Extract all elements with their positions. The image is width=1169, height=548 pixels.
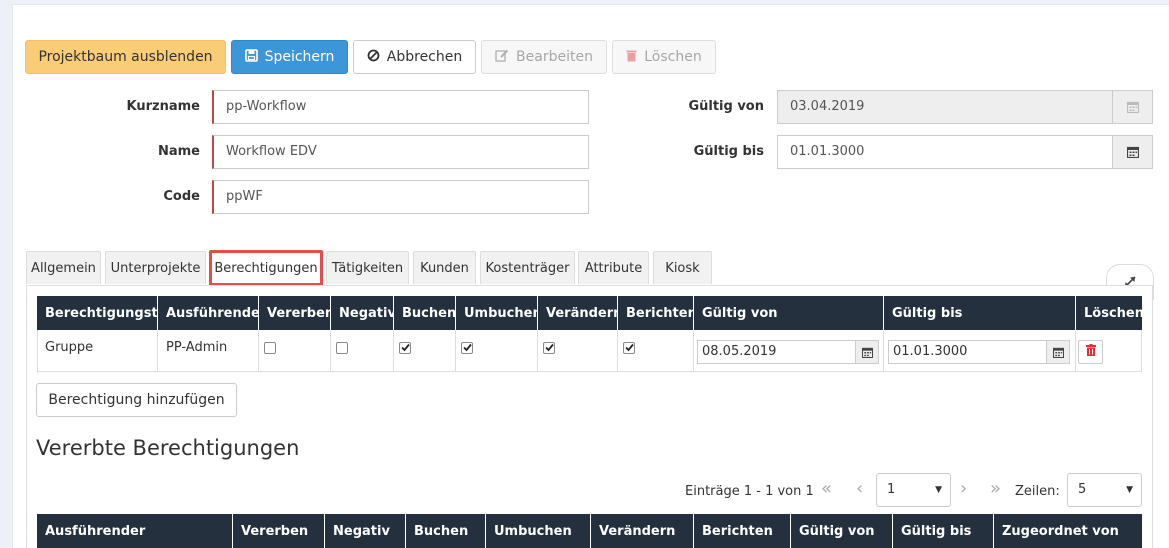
trash-icon <box>1085 344 1096 360</box>
toggle-project-tree-label: Projektbaum ausblenden <box>38 49 213 65</box>
report-cell <box>618 330 694 372</box>
first-page-icon[interactable]: « <box>821 478 832 499</box>
entries-text: Einträge 1 - 1 von 1 <box>685 484 814 499</box>
inh-col-berichten: Berichten <box>694 514 791 548</box>
inherit-cell <box>259 330 331 372</box>
col-gueltig-von: Gültig von <box>694 296 884 330</box>
last-page-icon[interactable]: » <box>990 478 1001 499</box>
row-valid-from-input[interactable]: 08.05.2019 <box>697 340 856 364</box>
tab-allgemein[interactable]: Allgemein <box>26 251 101 284</box>
inh-col-vererben: Vererben <box>233 514 325 548</box>
row-type: Gruppe <box>37 330 158 372</box>
tab-taetigkeiten[interactable]: Tätigkeiten <box>326 251 409 284</box>
inh-col-ausfuehrender: Ausführender <box>37 514 233 548</box>
inh-col-buchen: Buchen <box>406 514 486 548</box>
tab-attribute[interactable]: Attribute <box>578 251 649 284</box>
col-loeschen: Löschen <box>1076 296 1144 330</box>
tab-kunden[interactable]: Kunden <box>413 251 476 284</box>
next-page-icon[interactable]: › <box>960 478 967 499</box>
rebook-checkbox[interactable] <box>461 341 473 354</box>
rows-select[interactable]: 5 ▼ <box>1067 473 1142 507</box>
valid-from-label: Gültig von <box>688 99 764 114</box>
inh-col-gueltig-bis: Gültig bis <box>893 514 994 548</box>
edit-button[interactable]: Bearbeiten <box>481 40 607 74</box>
valid-from-calendar-icon[interactable] <box>1112 90 1153 124</box>
report-checkbox[interactable] <box>623 341 635 354</box>
name-label: Name <box>157 144 200 159</box>
rows-select-value: 5 <box>1078 482 1087 497</box>
rebook-cell <box>456 330 538 372</box>
valid-to-calendar-icon[interactable] <box>1112 135 1153 169</box>
kurzname-input[interactable]: pp-Workflow <box>212 90 589 124</box>
cancel-button[interactable]: Abbrechen <box>353 40 476 74</box>
row-executor: PP-Admin <box>158 330 259 372</box>
modify-cell <box>538 330 618 372</box>
save-button[interactable]: Speichern <box>231 40 348 74</box>
cancel-label: Abbrechen <box>386 49 463 65</box>
prev-page-icon[interactable]: ‹ <box>856 478 863 499</box>
col-berichten: Berichten <box>618 296 697 330</box>
valid-to-input[interactable]: 01.01.3000 <box>777 135 1113 169</box>
row-valid-to-calendar-icon[interactable] <box>1046 340 1070 364</box>
chevron-down-icon: ▼ <box>1126 485 1133 495</box>
inherited-title: Vererbte Berechtigungen <box>36 436 300 460</box>
col-berechtigungstyp: Berechtigungstyp <box>37 296 175 330</box>
col-umbuchen: Umbuchen <box>456 296 542 330</box>
inherit-checkbox[interactable] <box>264 341 276 354</box>
code-label: Code <box>163 189 200 204</box>
add-permission-button[interactable]: Berechtigung hinzufügen <box>36 383 237 417</box>
tab-unterprojekte[interactable]: Unterprojekte <box>105 251 206 284</box>
inh-col-veraendern: Verändern <box>591 514 694 548</box>
book-cell <box>394 330 456 372</box>
tab-kiosk[interactable]: Kiosk <box>653 251 712 284</box>
row-valid-from-calendar-icon[interactable] <box>855 340 879 364</box>
inh-col-umbuchen: Umbuchen <box>486 514 591 548</box>
valid-from-input[interactable]: 03.04.2019 <box>777 90 1113 124</box>
rows-label: Zeilen: <box>1015 484 1060 499</box>
col-buchen: Buchen <box>394 296 456 330</box>
edit-label: Bearbeiten <box>516 49 593 65</box>
inh-col-negativ: Negativ <box>325 514 406 548</box>
negative-cell <box>331 330 394 372</box>
tab-kostentraeger[interactable]: Kostenträger <box>480 251 575 284</box>
page-select[interactable]: 1 ▼ <box>876 473 951 507</box>
edit-icon <box>495 49 509 66</box>
tab-berechtigungen[interactable]: Berechtigungen <box>209 250 323 286</box>
name-input[interactable]: Workflow EDV <box>212 135 589 169</box>
valid-to-label: Gültig bis <box>693 144 764 159</box>
col-negativ: Negativ <box>331 296 396 330</box>
inh-col-zugeordnet-von: Zugeordnet von <box>994 514 1142 548</box>
toggle-project-tree-button[interactable]: Projektbaum ausblenden <box>25 40 226 74</box>
delete-label: Löschen <box>644 49 702 65</box>
col-vererben: Vererben <box>259 296 334 330</box>
negative-checkbox[interactable] <box>336 341 348 354</box>
save-label: Speichern <box>264 49 335 65</box>
col-veraendern: Verändern <box>538 296 622 330</box>
inh-col-gueltig-von: Gültig von <box>791 514 893 548</box>
row-delete-button[interactable] <box>1078 340 1103 364</box>
col-gueltig-bis: Gültig bis <box>884 296 1076 330</box>
book-checkbox[interactable] <box>399 341 411 354</box>
modify-checkbox[interactable] <box>543 341 555 354</box>
row-valid-to-input[interactable]: 01.01.3000 <box>888 340 1047 364</box>
page-select-value: 1 <box>887 482 896 497</box>
save-icon <box>244 48 258 66</box>
ban-icon <box>367 49 380 66</box>
code-input[interactable]: ppWF <box>212 180 589 214</box>
trash-icon <box>626 49 637 66</box>
chevron-down-icon: ▼ <box>935 485 942 495</box>
kurzname-label: Kurzname <box>126 99 200 114</box>
col-ausfuehrender: Ausführender <box>158 296 266 330</box>
delete-button[interactable]: Löschen <box>612 40 716 74</box>
add-permission-label: Berechtigung hinzufügen <box>48 392 225 408</box>
